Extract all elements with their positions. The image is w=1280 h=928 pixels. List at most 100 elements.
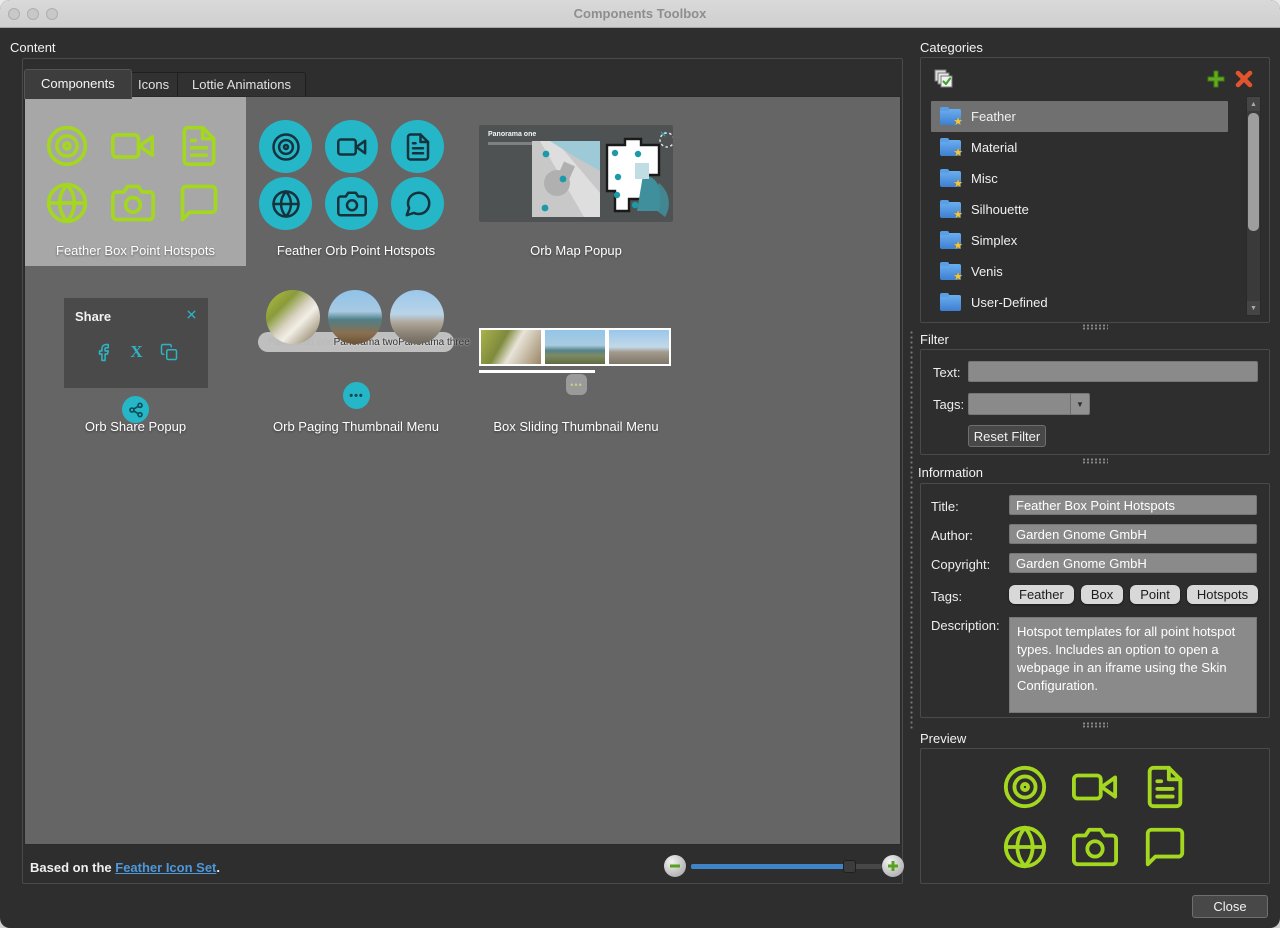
category-label: Simplex <box>971 233 1017 248</box>
tile-label: Feather Orb Point Hotspots <box>246 243 466 258</box>
map-popup-card: Panorama one <box>479 125 673 222</box>
folder-star-icon: ★ <box>940 264 961 280</box>
filter-section-label: Filter <box>920 332 949 347</box>
zoom-in-button[interactable] <box>882 855 904 877</box>
video-orb-icon <box>325 120 378 173</box>
tags-label: Tags: <box>931 589 962 604</box>
preview-group-box <box>920 748 1270 884</box>
footer-attribution: Based on the Feather Icon Set. <box>30 860 220 875</box>
category-label: Venis <box>971 264 1003 279</box>
components-toolbox-window: Components Toolbox Content Components Ic… <box>0 0 1280 928</box>
zoom-out-button[interactable] <box>664 855 686 877</box>
select-all-icon[interactable] <box>934 69 954 89</box>
category-label: User-Defined <box>971 295 1048 310</box>
category-item-user-defined[interactable]: User-Defined <box>931 287 1228 318</box>
filter-tags-label: Tags: <box>933 397 964 412</box>
ellipsis-menu-icon: ••• <box>566 374 587 395</box>
video-icon <box>111 124 155 168</box>
globe-orb-icon <box>259 177 312 230</box>
file-text-orb-icon <box>391 120 444 173</box>
delete-category-icon[interactable] <box>1234 69 1254 89</box>
folder-star-icon: ★ <box>940 109 961 125</box>
tag-chip-feather[interactable]: Feather <box>1009 585 1074 604</box>
folder-icon <box>940 295 961 311</box>
globe-icon <box>1002 824 1048 870</box>
tab-lottie-animations[interactable]: Lottie Animations <box>177 72 306 97</box>
message-square-icon <box>177 181 221 225</box>
add-category-icon[interactable] <box>1206 69 1226 89</box>
panorama-three-thumb <box>607 328 671 366</box>
category-item-silhouette[interactable]: ★ Silhouette <box>931 194 1228 225</box>
tile-orb-share-popup[interactable]: Share X Orb Share Popup <box>25 266 246 442</box>
window-title: Components Toolbox <box>0 6 1280 21</box>
tag-chip-hotspots[interactable]: Hotspots <box>1187 585 1258 604</box>
message-circle-orb-icon <box>391 177 444 230</box>
tile-feather-orb-point-hotspots[interactable]: Feather Orb Point Hotspots <box>246 97 466 266</box>
splitter-handle[interactable] <box>1082 458 1108 464</box>
x-twitter-icon: X <box>130 342 142 362</box>
category-item-simplex[interactable]: ★ Simplex <box>931 225 1228 256</box>
panel-splitter-vertical[interactable] <box>910 330 913 730</box>
category-label: Material <box>971 140 1017 155</box>
tile-label: Orb Map Popup <box>466 243 686 258</box>
panorama-two-thumb <box>328 290 382 344</box>
category-item-venis[interactable]: ★ Venis <box>931 256 1228 287</box>
description-textarea[interactable]: Hotspot templates for all point hotspot … <box>1009 617 1257 713</box>
video-icon <box>1072 764 1118 810</box>
folder-star-icon: ★ <box>940 140 961 156</box>
chevron-down-icon[interactable]: ▼ <box>1070 394 1089 414</box>
content-section-label: Content <box>10 40 56 55</box>
disc-icon <box>45 124 89 168</box>
panorama-one-thumb <box>266 290 320 344</box>
feather-icon-set-link[interactable]: Feather Icon Set <box>115 860 216 875</box>
copyright-input[interactable] <box>1009 553 1257 573</box>
title-input[interactable] <box>1009 495 1257 515</box>
tile-feather-box-point-hotspots[interactable]: Feather Box Point Hotspots <box>25 97 246 266</box>
tile-box-sliding-thumbnail-menu[interactable]: ••• Box Sliding Thumbnail Menu <box>466 266 686 442</box>
filter-text-label: Text: <box>933 365 960 380</box>
footer-suffix: . <box>216 860 220 875</box>
scroll-down-icon[interactable]: ▼ <box>1247 301 1260 315</box>
disc-orb-icon <box>259 120 312 173</box>
categories-section-label: Categories <box>920 40 983 55</box>
tile-label: Orb Paging Thumbnail Menu <box>246 419 466 434</box>
camera-orb-icon <box>325 177 378 230</box>
scrollbar-thumb[interactable] <box>1248 113 1259 231</box>
category-item-material[interactable]: ★ Material <box>931 132 1228 163</box>
title-bar: Components Toolbox <box>0 0 1280 28</box>
categories-scrollbar[interactable]: ▲ ▼ <box>1246 96 1261 316</box>
folder-star-icon: ★ <box>940 202 961 218</box>
close-button[interactable]: Close <box>1192 895 1268 918</box>
reset-filter-button[interactable]: Reset Filter <box>968 425 1046 447</box>
copyright-label: Copyright: <box>931 557 990 572</box>
tag-chip-point[interactable]: Point <box>1130 585 1180 604</box>
tag-chip-box[interactable]: Box <box>1081 585 1123 604</box>
tile-label: Box Sliding Thumbnail Menu <box>466 419 686 434</box>
close-icon <box>185 308 198 321</box>
scroll-up-icon[interactable]: ▲ <box>1247 97 1260 111</box>
disc-icon <box>1002 764 1048 810</box>
zoom-slider-handle[interactable] <box>843 860 856 873</box>
tag-chip-row: Feather Box Point Hotspots <box>1009 585 1258 604</box>
author-input[interactable] <box>1009 524 1257 544</box>
filter-tags-combobox[interactable]: ▼ <box>968 393 1090 415</box>
footer-prefix: Based on the <box>30 860 115 875</box>
tab-icons[interactable]: Icons <box>123 72 184 97</box>
panorama-three-thumb <box>390 290 444 344</box>
category-label: Silhouette <box>971 202 1029 217</box>
category-item-misc[interactable]: ★Misc <box>931 163 1228 194</box>
zoom-slider-track-filled[interactable] <box>691 864 849 869</box>
tile-orb-paging-thumbnail-menu[interactable]: Panorama one Panorama two Panorama three… <box>246 266 466 442</box>
tile-orb-map-popup[interactable]: Panorama one <box>466 97 686 266</box>
splitter-handle[interactable] <box>1082 722 1108 728</box>
tile-label: Feather Box Point Hotspots <box>25 243 246 258</box>
categories-list: ★Feather ★ Material ★Misc ★ Silhouette ★ Si… <box>920 100 1270 318</box>
components-canvas: Feather Box Point Hotspots Feather Orb P… <box>24 96 901 845</box>
filter-text-input[interactable] <box>968 361 1258 382</box>
map-graphic <box>479 125 673 222</box>
tab-components[interactable]: Components <box>24 69 132 99</box>
category-item-feather[interactable]: ★Feather <box>931 101 1228 132</box>
panorama-two-thumb <box>543 328 607 366</box>
folder-star-icon: ★ <box>940 233 961 249</box>
splitter-handle[interactable] <box>1082 324 1108 330</box>
